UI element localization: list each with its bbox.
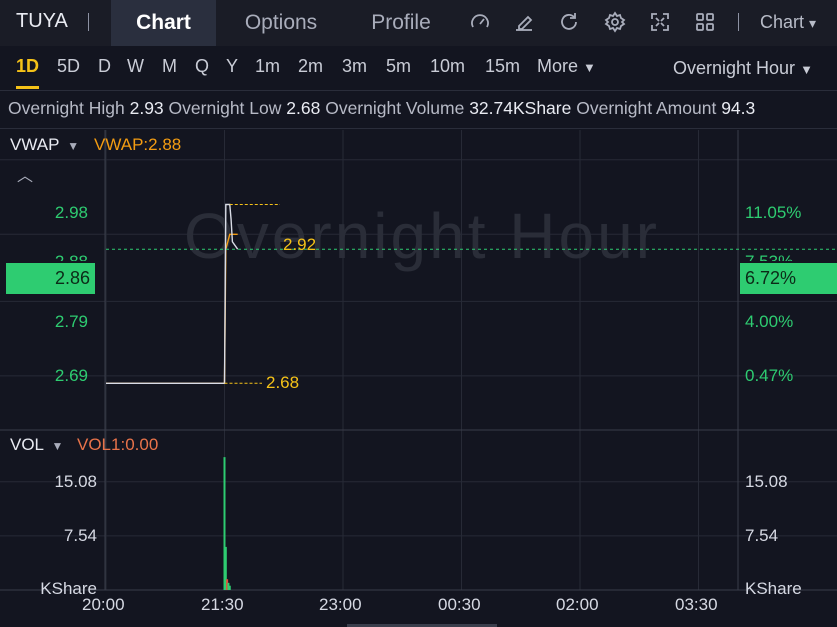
indicator-name: VWAP (10, 135, 60, 154)
current-price-tag: 2.86 (6, 263, 95, 294)
vol-axis-right-label: 7.54 (745, 526, 779, 545)
percent-axis-label: 4.00% (745, 312, 794, 331)
vwap-value: VWAP:2.88 (94, 135, 182, 154)
time-axis-label: 21:30 (201, 595, 244, 614)
current-change-tag: 6.72% (740, 263, 837, 294)
watermark-text: Overnight Hour (184, 200, 660, 272)
volume-bar (228, 585, 231, 590)
time-axis-label: 00:30 (438, 595, 481, 614)
time-axis-label: 03:30 (675, 595, 718, 614)
chart-grid (0, 130, 837, 591)
price-axis-left-label: 2.69 (54, 366, 88, 385)
time-axis-label: 02:00 (556, 595, 599, 614)
collapse-chevron-icon[interactable]: ︿ (17, 162, 33, 186)
vol-indicator-name: VOL (10, 435, 44, 454)
low-marker-label: 2.68 (266, 373, 300, 392)
vol-axis-right-label: 15.08 (745, 472, 788, 491)
indicator-selector[interactable]: VWAP ▼ (10, 135, 79, 155)
vol-value: VOL1:0.00 (77, 435, 159, 454)
price-chart[interactable]: Overnight Hour (0, 0, 837, 627)
price-axis-left-label: 2.79 (54, 312, 88, 331)
time-axis-label: 23:00 (319, 595, 362, 614)
vol-axis-unit-label: KShare (745, 579, 802, 598)
percent-axis-label: 0.47% (745, 366, 794, 385)
price-axis-left-label: 2.98 (54, 203, 88, 222)
time-axis-label: 20:00 (82, 595, 125, 614)
high-marker-label: 2.92 (283, 235, 317, 254)
vol-axis-left-label: 7.54 (63, 526, 97, 545)
vol-axis-left-label: 15.08 (54, 472, 97, 491)
caret-down-icon: ▼ (63, 139, 80, 153)
vol-indicator-selector[interactable]: VOL ▼ (10, 435, 63, 455)
percent-axis-label: 11.05% (745, 203, 802, 222)
caret-down-icon: ▼ (48, 439, 64, 453)
